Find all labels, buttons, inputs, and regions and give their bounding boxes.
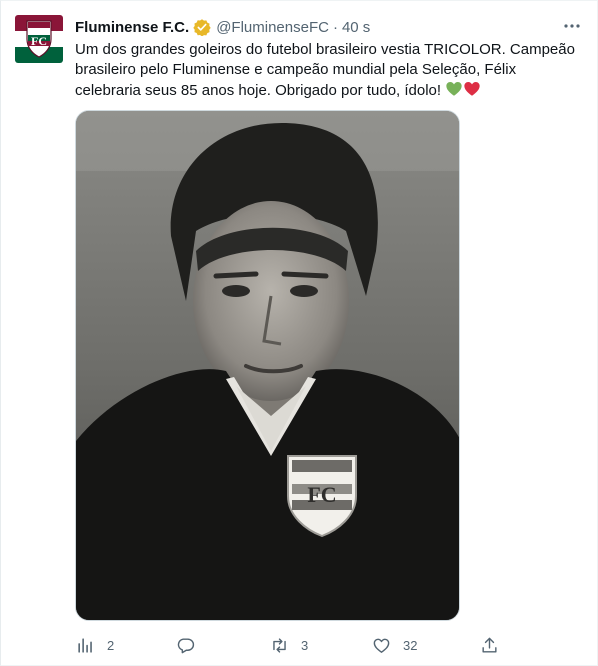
reply-icon [177, 637, 195, 653]
retweet-button[interactable]: 3 [270, 630, 308, 660]
timestamp[interactable]: 40 s [342, 19, 370, 36]
verified-badge-icon [193, 19, 211, 36]
green-heart-icon [446, 81, 462, 96]
tweet-actions: 2 3 32 [70, 630, 510, 660]
share-icon [482, 637, 497, 653]
goalkeeper-portrait-image: FC [76, 111, 459, 620]
svg-text:FC: FC [307, 482, 336, 507]
retweet-icon [273, 637, 286, 653]
avatar[interactable]: FC [15, 15, 63, 63]
heart-icon [373, 638, 390, 653]
views-button[interactable]: 2 [76, 630, 114, 660]
tweet-photo[interactable]: FC [75, 110, 460, 621]
handle[interactable]: @FluminenseFC [216, 19, 329, 36]
tweet-text: Um dos grandes goleiros do futebol brasi… [75, 40, 575, 101]
svg-text:FC: FC [31, 34, 47, 48]
retweets-count: 3 [301, 637, 309, 653]
red-heart-icon [464, 81, 480, 96]
separator: · [332, 18, 338, 36]
display-name[interactable]: Fluminense F.C. [75, 19, 189, 36]
reply-button[interactable] [176, 630, 207, 660]
analytics-icon [78, 637, 92, 653]
like-button[interactable]: 32 [372, 630, 417, 660]
share-button[interactable] [480, 630, 499, 660]
tweet-text-body: Um dos grandes goleiros do futebol brasi… [75, 41, 575, 99]
more-icon [564, 24, 580, 28]
fluminense-crest-icon: FC [15, 15, 63, 63]
likes-count: 32 [403, 637, 418, 653]
more-options-button[interactable] [562, 16, 582, 36]
tweet-header: Fluminense F.C. @FluminenseFC · 40 s [75, 17, 578, 37]
views-count: 2 [107, 637, 115, 653]
